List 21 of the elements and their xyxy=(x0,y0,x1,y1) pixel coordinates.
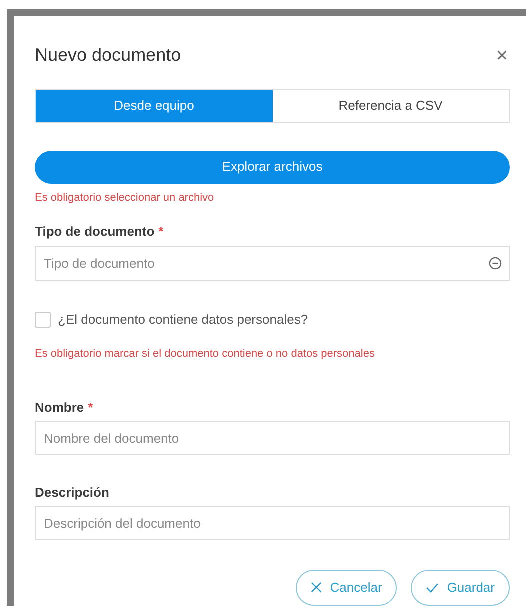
checkbox-label: ¿El documento contiene datos personales? xyxy=(58,310,308,329)
required-asterisk: * xyxy=(88,398,94,417)
browse-button[interactable]: Explorar archivos xyxy=(35,150,510,184)
tab[interactable]: Desde equipo xyxy=(36,90,272,122)
minus-circle-icon xyxy=(489,256,502,270)
check-icon xyxy=(426,582,440,593)
checkbox[interactable] xyxy=(35,312,51,328)
dialog-title: Nuevo documento xyxy=(35,44,182,67)
select-field[interactable]: Tipo de documento xyxy=(35,246,510,281)
close-icon xyxy=(311,582,322,594)
description-field[interactable]: Descripción del documento xyxy=(35,506,510,540)
field-label: Tipo de documento xyxy=(35,223,155,242)
field-label: Descripción xyxy=(35,484,110,502)
required-asterisk: * xyxy=(158,223,164,242)
field-label: Nombre xyxy=(35,398,84,417)
save-button[interactable]: Guardar xyxy=(411,570,510,606)
cancel-button[interactable]: Cancelar xyxy=(296,570,398,606)
error-message: Es obligatorio marcar si el documento contiene o no datos personales xyxy=(35,347,376,362)
error-message: Es obligatorio seleccionar un archivo xyxy=(35,190,216,206)
close-button[interactable]: × xyxy=(496,46,508,66)
name-field[interactable]: Nombre del documento xyxy=(35,421,510,455)
